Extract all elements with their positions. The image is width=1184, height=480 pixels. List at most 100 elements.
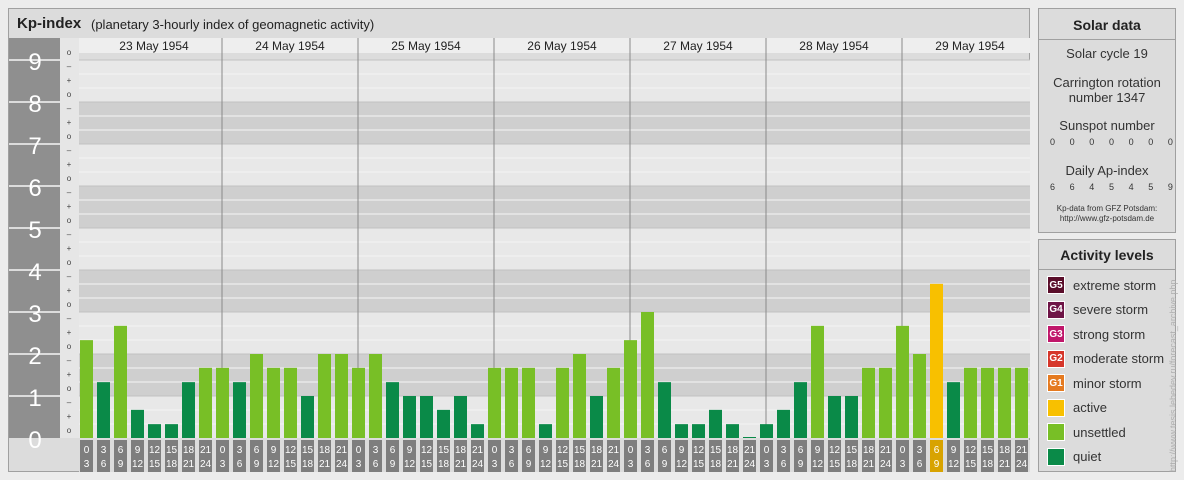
interval-end-label: 21 [455,459,467,470]
interval-end-label: 6 [509,459,515,470]
interval-end-label: 6 [101,459,107,470]
interval-start-label: 21 [608,445,620,456]
interval-start-label: 3 [101,445,107,456]
interval-start-label: 6 [662,445,668,456]
interval-start-label: 0 [492,445,498,456]
sunspot-value: 0 [1049,137,1055,147]
y-tick-label: 9 [28,49,41,76]
interval-end-label: 15 [965,459,977,470]
interval-start-label: 21 [200,445,212,456]
kp-bar [641,312,654,438]
y-minor-tick: o [67,174,72,183]
interval-start-label: 0 [900,445,906,456]
y-minor-tick: – [67,146,72,155]
interval-start-label: 3 [509,445,515,456]
interval-end-label: 12 [676,459,688,470]
interval-end-label: 9 [798,459,804,470]
interval-end-label: 3 [900,459,906,470]
legend-label: minor storm [1073,375,1142,391]
legend-item: G5 extreme storm [1047,276,1156,294]
kp-bar [131,409,144,438]
interval-end-label: 9 [662,459,668,470]
legend-label: active [1073,400,1107,415]
interval-end-label: 3 [220,459,226,470]
y-tick-label: 5 [28,217,41,244]
y-minor-tick: – [67,230,72,239]
activity-levels-panel: Activity levels G5 extreme storm G4 severe … [1038,239,1176,472]
kp-bar [318,354,331,438]
interval-end-label: 15 [285,459,297,470]
interval-end-label: 24 [1016,459,1028,470]
kp-bar [879,367,892,438]
legend-label: unsettled [1073,424,1126,440]
interval-start-label: 3 [645,445,651,456]
kp-bar [403,396,416,438]
kp-bar [97,382,110,438]
legend-swatch [1047,423,1065,441]
interval-end-label: 18 [438,459,450,470]
interval-start-label: 15 [438,445,450,456]
sunspot-value: 0 [1167,137,1173,147]
interval-start-label: 0 [356,445,362,456]
interval-start-label: 21 [1016,445,1028,456]
interval-end-label: 24 [200,459,212,470]
interval-end-label: 9 [118,459,124,470]
interval-start-label: 6 [118,445,124,456]
y-tick-label: 2 [28,343,41,370]
kp-bar [267,367,280,438]
interval-end-label: 12 [540,459,552,470]
interval-end-label: 3 [628,459,634,470]
interval-start-label: 0 [220,445,226,456]
ap-values: 6 6 4 5 4 5 9 [1043,182,1180,192]
interval-start-label: 18 [999,445,1011,456]
credit-link[interactable]: http://www.gfz-potsdam.de [1039,214,1175,224]
y-minor-tick: – [67,62,72,71]
interval-start-label: 6 [934,445,940,456]
legend-item: unsettled [1047,423,1126,441]
kp-bar [828,396,841,438]
interval-start-label: 9 [407,445,413,456]
kp-bar [913,354,926,438]
interval-end-label: 3 [492,459,498,470]
interval-start-label: 12 [285,445,297,456]
kp-bar [216,367,229,438]
interval-end-label: 6 [373,459,379,470]
sunspot-value: 0 [1148,137,1154,147]
legend-swatch [1047,447,1065,466]
legend-item: G3 strong storm [1047,325,1145,343]
kp-bar [505,367,518,438]
day-label: 28 May 1954 [799,39,869,53]
interval-start-label: 6 [254,445,260,456]
sunspot-value: 0 [1089,137,1095,147]
interval-end-label: 9 [390,459,396,470]
y-minor-tick: o [67,300,72,309]
ap-value: 4 [1089,182,1095,192]
kp-bar [624,340,637,438]
interval-end-label: 21 [591,459,603,470]
sunspot-values: 0 0 0 0 0 0 0 [1043,137,1180,147]
kp-bar [1015,367,1028,438]
interval-end-label: 3 [84,459,90,470]
interval-end-label: 15 [557,459,569,470]
interval-start-label: 18 [727,445,739,456]
y-minor-tick: o [67,384,72,393]
kp-bar [777,409,790,438]
sunspot-value: 0 [1108,137,1114,147]
kp-bar [743,437,756,438]
interval-end-label: 24 [472,459,484,470]
solar-data-panel: Solar data Solar cycle 19 Carrington rot… [1038,8,1176,233]
interval-start-label: 15 [982,445,994,456]
kp-bar [199,367,212,438]
watermark: http://www.tesis.lebedev.ru/forecast_arc… [1168,279,1178,472]
kp-bar [437,409,450,438]
interval-start-label: 6 [526,445,532,456]
interval-end-label: 24 [336,459,348,470]
y-minor-tick: – [67,398,72,407]
ap-value: 4 [1128,182,1134,192]
legend-swatch: G3 [1047,325,1065,343]
legend-label: moderate storm [1073,351,1165,366]
y-minor-tick: + [67,244,72,253]
kp-bar [488,367,501,438]
y-minor-tick: + [67,370,72,379]
interval-start-label: 15 [574,445,586,456]
